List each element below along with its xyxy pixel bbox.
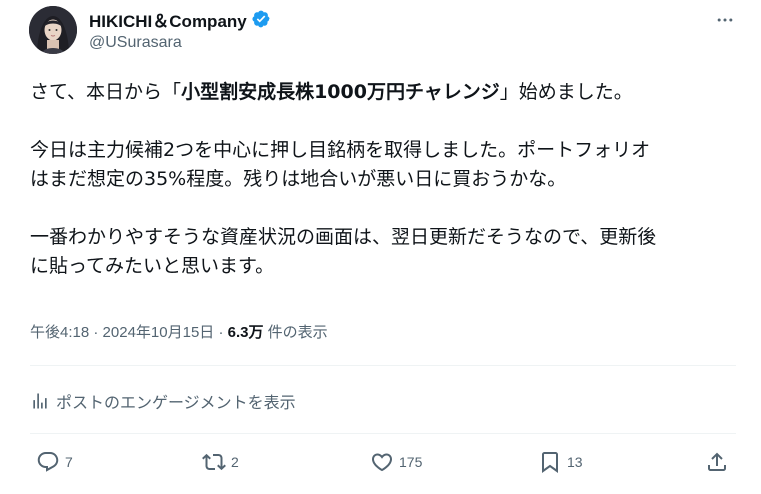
post-date[interactable]: 2024年10月15日: [103, 324, 215, 341]
text-segment: さて、本日から「: [30, 81, 182, 103]
verified-badge-icon: [251, 9, 271, 29]
text-line: に貼ってみたいと思います。: [30, 255, 275, 277]
post-time[interactable]: 午後4:18: [30, 324, 89, 341]
text-line: 一番わかりやすそうな資産状況の画面は、翌日更新だそうなので、更新後: [30, 226, 657, 248]
view-engagements-link[interactable]: ポストのエンゲージメントを表示: [30, 389, 296, 413]
reply-button[interactable]: 7: [36, 450, 73, 474]
share-icon: [708, 452, 726, 471]
reply-icon: [37, 452, 59, 472]
like-button[interactable]: 175: [370, 450, 422, 474]
like-icon: [371, 453, 393, 472]
reply-count: 7: [65, 454, 73, 470]
tweet-meta: 午後4:18 · 2024年10月15日 · 6.3万 件の表示: [30, 321, 328, 342]
repost-count: 2: [231, 454, 239, 470]
tweet-text: さて、本日から「小型割安成長株1000万円チャレンジ」始めました。 今日は主力候…: [30, 78, 742, 281]
handle[interactable]: @USurasara: [89, 34, 182, 52]
tweet: HIKICHI＆Company @USurasara さて、本日から「小型割安成…: [0, 0, 761, 494]
share-button[interactable]: [705, 450, 729, 474]
bold-text: 小型割安成長株1000万円チャレンジ: [181, 81, 500, 103]
avatar-image: [29, 6, 77, 54]
text-segment: 」始めました。: [499, 81, 633, 103]
display-name[interactable]: HIKICHI＆Company: [89, 7, 247, 32]
view-engagements-label: ポストのエンゲージメントを表示: [56, 393, 296, 412]
tweet-paragraph: さて、本日から「小型割安成長株1000万円チャレンジ」始めました。: [30, 78, 742, 107]
avatar[interactable]: [29, 6, 77, 54]
meta-separator: ·: [214, 324, 228, 341]
views-count: 6.3万: [227, 324, 264, 341]
bookmark-icon: [542, 452, 558, 473]
meta-separator: ·: [89, 324, 103, 341]
repost-icon: [202, 453, 226, 471]
like-count: 175: [399, 454, 423, 470]
views-label: 件の表示: [263, 324, 328, 341]
tweet-paragraph: 一番わかりやすそうな資産状況の画面は、翌日更新だそうなので、更新後 に貼ってみたい…: [30, 223, 742, 281]
text-line: 今日は主力候補2つを中心に押し目銘柄を取得しました。ポートフォリオ: [30, 139, 651, 161]
divider: [30, 365, 736, 366]
analytics-icon: [33, 393, 47, 409]
divider: [30, 433, 736, 434]
action-bar: 7 2 175 13: [0, 450, 761, 478]
text-line: はまだ想定の35%程度。残りは地合いが悪い日に買おうかな。: [30, 168, 567, 190]
bookmark-button[interactable]: 13: [538, 450, 583, 474]
author-name-row: HIKICHI＆Company: [89, 7, 271, 32]
repost-button[interactable]: 2: [202, 450, 239, 474]
bookmark-count: 13: [567, 454, 583, 470]
more-icon[interactable]: [708, 10, 742, 30]
tweet-paragraph: 今日は主力候補2つを中心に押し目銘柄を取得しました。ポートフォリオ はまだ想定の3…: [30, 136, 742, 194]
